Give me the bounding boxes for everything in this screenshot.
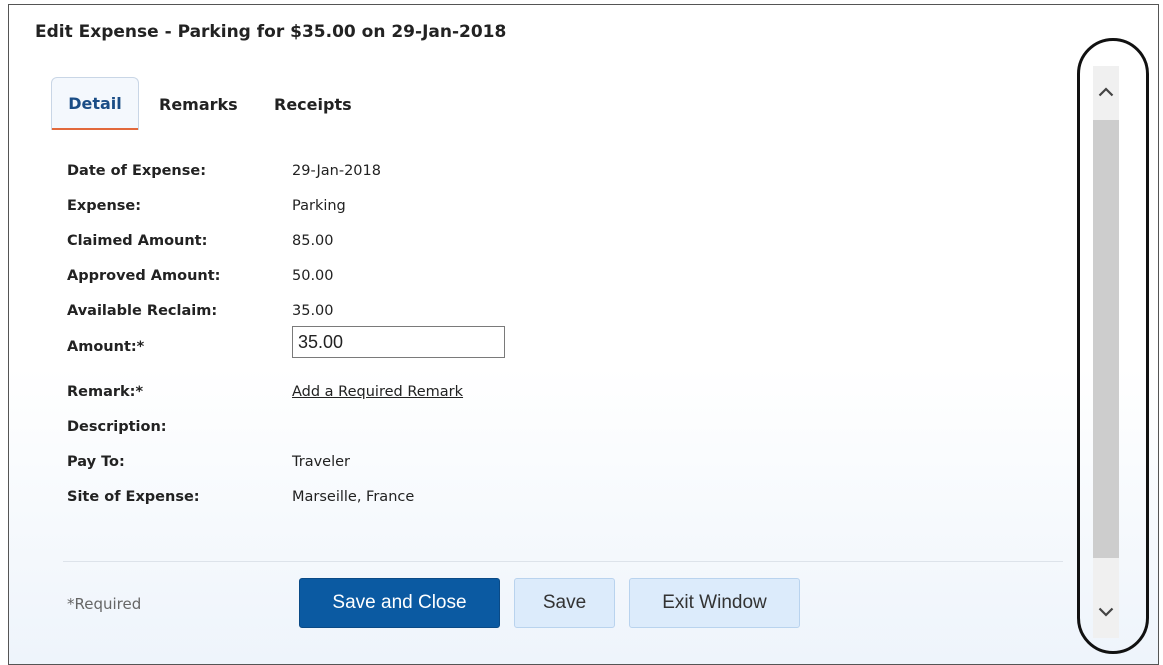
field-label: Site of Expense: bbox=[67, 489, 200, 505]
field-value: 29-Jan-2018 bbox=[292, 163, 381, 179]
edit-expense-dialog: Edit Expense - Parking for $35.00 on 29-… bbox=[8, 4, 1159, 665]
exit-window-button[interactable]: Exit Window bbox=[629, 578, 800, 628]
field-value: 35.00 bbox=[292, 303, 334, 319]
field-value: 85.00 bbox=[292, 233, 334, 249]
field-value: 50.00 bbox=[292, 268, 334, 284]
field-value: Parking bbox=[292, 198, 346, 214]
field-label: Approved Amount: bbox=[67, 268, 221, 284]
field-value: Marseille, France bbox=[292, 489, 415, 505]
save-button[interactable]: Save bbox=[514, 578, 615, 628]
field-label: Claimed Amount: bbox=[67, 233, 208, 249]
field-label: Remark:* bbox=[67, 384, 144, 400]
tab-receipts[interactable]: Receipts bbox=[274, 77, 352, 129]
tab-detail[interactable]: Detail bbox=[51, 77, 139, 130]
footer-divider bbox=[63, 561, 1063, 562]
field-label: Pay To: bbox=[67, 454, 125, 470]
field-label: Expense: bbox=[67, 198, 142, 214]
required-note: *Required bbox=[67, 595, 142, 613]
field-label: Date of Expense: bbox=[67, 163, 207, 179]
scrollbar-highlight-annotation bbox=[1077, 38, 1149, 654]
dialog-title: Edit Expense - Parking for $35.00 on 29-… bbox=[35, 22, 507, 42]
amount-input[interactable] bbox=[292, 326, 505, 358]
field-value: Traveler bbox=[292, 454, 350, 470]
field-label: Amount:* bbox=[67, 339, 145, 355]
add-required-remark-link[interactable]: Add a Required Remark bbox=[292, 384, 463, 400]
tab-remarks[interactable]: Remarks bbox=[159, 77, 238, 129]
field-label: Description: bbox=[67, 419, 167, 435]
save-and-close-button[interactable]: Save and Close bbox=[299, 578, 500, 628]
field-label: Available Reclaim: bbox=[67, 303, 218, 319]
